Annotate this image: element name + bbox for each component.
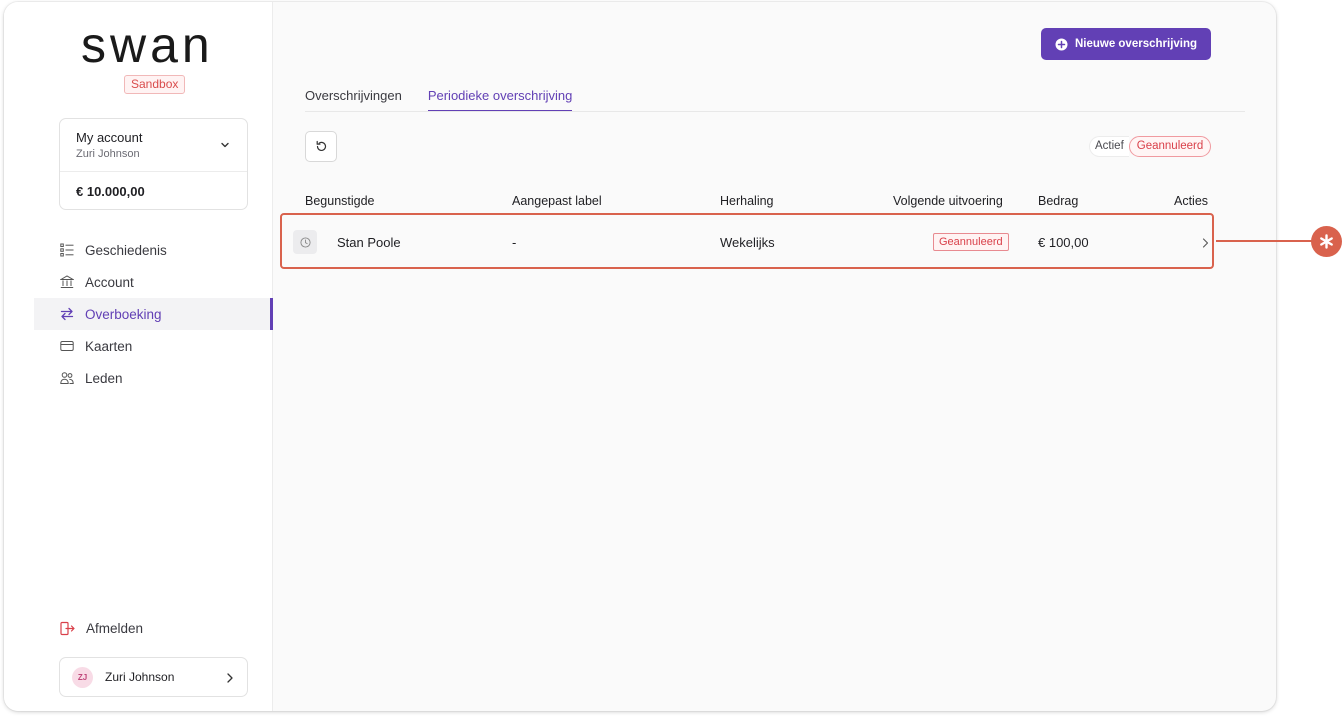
main-nav: Geschiedenis Account Overboeking Kaarten… — [34, 234, 273, 394]
plus-circle-icon — [1055, 38, 1068, 50]
status-filter: Actief Geannuleerd — [1089, 136, 1212, 157]
nav-item-account[interactable]: Account — [34, 266, 273, 298]
column-header: Bedrag — [1038, 194, 1079, 208]
user-name: Zuri Johnson — [105, 670, 175, 684]
cell-recurrence: Wekelijks — [720, 235, 775, 250]
tab-divider — [305, 111, 1245, 112]
tab-periodieke-overschrijving[interactable]: Periodieke overschrijving — [427, 88, 573, 112]
tab-bar: Overschrijvingen Periodieke overschrijvi… — [305, 88, 598, 112]
nav-label: Account — [85, 274, 134, 290]
account-holder: Zuri Johnson — [76, 148, 140, 160]
nav-item-kaarten[interactable]: Kaarten — [34, 330, 273, 362]
avatar: ZJ — [72, 666, 93, 688]
status-badge: Geannuleerd — [933, 233, 1009, 251]
callout-marker — [1311, 226, 1342, 257]
sandbox-badge: Sandbox — [124, 75, 186, 94]
nav-item-overboeking[interactable]: Overboeking — [34, 298, 273, 330]
refresh-button[interactable] — [305, 131, 337, 162]
main-content: Nieuwe overschrijving Overschrijvingen P… — [274, 2, 1276, 711]
sidebar: swan Sandbox My account Zuri Johnson € 1… — [4, 2, 273, 711]
nav-label: Kaarten — [85, 338, 133, 354]
user-profile-card[interactable]: ZJ Zuri Johnson — [59, 657, 248, 697]
account-balance: € 10.000,00 — [76, 184, 145, 199]
chevron-right-icon[interactable] — [1202, 238, 1209, 248]
callout-line — [1216, 240, 1312, 242]
svg-text:swan: swan — [81, 24, 214, 70]
column-header: Acties — [1174, 194, 1209, 208]
arrows-swap-icon — [60, 307, 74, 321]
account-name: My account — [76, 130, 143, 145]
bank-icon — [60, 275, 74, 288]
tab-overschrijvingen[interactable]: Overschrijvingen — [305, 88, 402, 112]
refresh-icon — [316, 140, 326, 151]
nav-item-geschiedenis[interactable]: Geschiedenis — [34, 234, 273, 266]
cell-custom-label: - — [512, 235, 517, 250]
card-icon — [60, 341, 74, 351]
logout-label: Afmelden — [86, 621, 144, 636]
account-selector[interactable]: My account Zuri Johnson — [60, 119, 247, 172]
logout-button[interactable]: Afmelden — [60, 621, 143, 636]
clock-icon — [293, 230, 317, 254]
nav-label: Geschiedenis — [85, 242, 167, 258]
filter-geannuleerd[interactable]: Geannuleerd — [1128, 136, 1212, 157]
new-transfer-button[interactable]: Nieuwe overschrijving — [1041, 28, 1211, 60]
new-transfer-label: Nieuwe overschrijving — [1074, 38, 1198, 50]
column-header: Aangepast label — [512, 194, 602, 208]
column-header: Begunstigde — [305, 194, 375, 208]
logout-icon — [60, 621, 75, 636]
people-icon — [60, 372, 74, 384]
chevron-down-icon — [221, 142, 229, 148]
nav-label: Overboeking — [85, 306, 162, 322]
cell-beneficiary: Stan Poole — [337, 235, 401, 250]
table-row[interactable]: Stan Poole - Wekelijks Geannuleerd € 100… — [280, 213, 1214, 269]
list-icon — [60, 243, 74, 257]
nav-item-leden[interactable]: Leden — [34, 362, 273, 394]
account-card: My account Zuri Johnson € 10.000,00 — [59, 118, 248, 210]
cell-amount: € 100,00 — [1038, 235, 1089, 250]
table-header: Begunstigde Aangepast label Herhaling Vo… — [305, 194, 1212, 212]
swan-logo[interactable]: swan — [81, 24, 226, 70]
column-header: Herhaling — [720, 194, 774, 208]
column-header: Volgende uitvoering — [893, 194, 1003, 208]
nav-label: Leden — [85, 370, 123, 386]
chevron-right-icon — [227, 673, 233, 683]
app-window: swan Sandbox My account Zuri Johnson € 1… — [4, 2, 1276, 711]
filter-actief[interactable]: Actief — [1089, 136, 1129, 157]
asterisk-icon — [1320, 234, 1333, 249]
